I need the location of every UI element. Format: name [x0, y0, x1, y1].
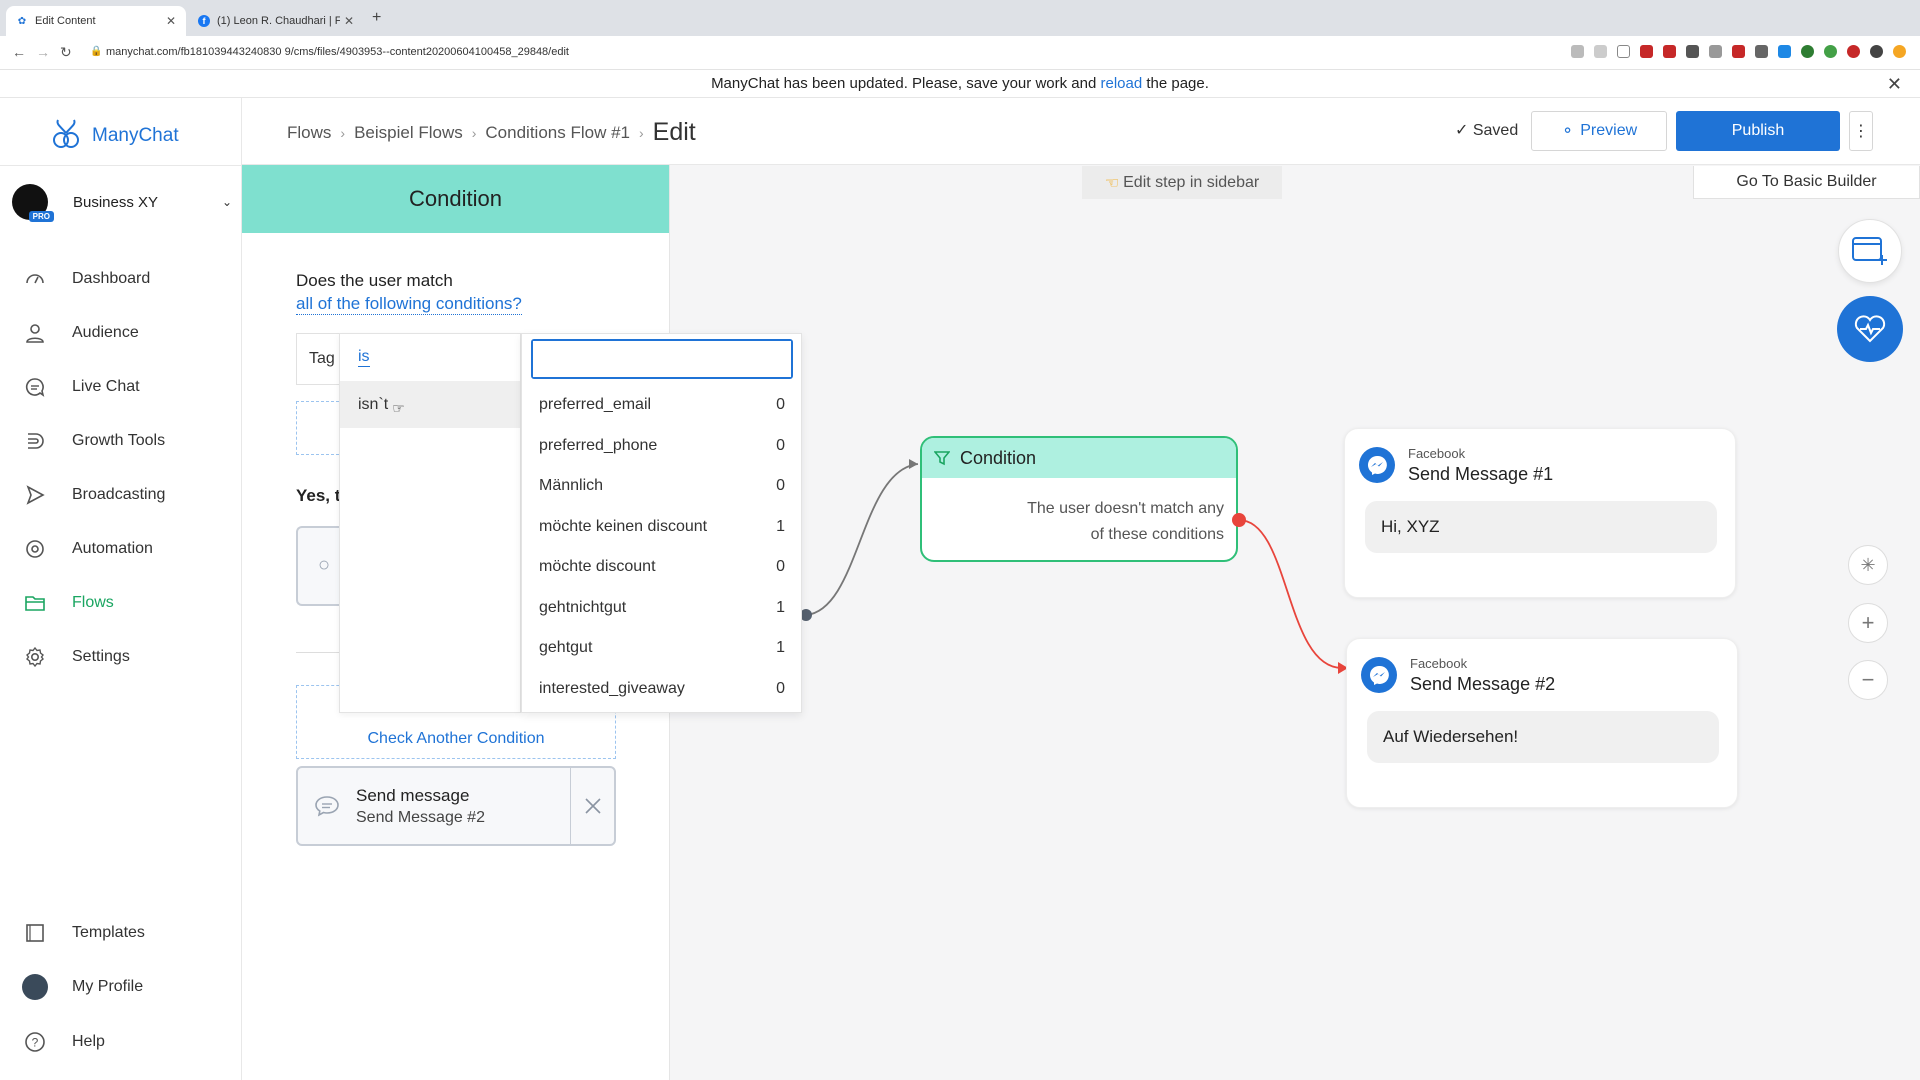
tag-option[interactable]: möchte discount 0 — [522, 547, 803, 588]
tag-count: 1 — [776, 598, 785, 616]
field-label: Tag — [309, 350, 335, 367]
tag-search-input[interactable] — [533, 341, 791, 377]
tag-name: Männlich — [539, 477, 604, 495]
filter-icon — [934, 451, 950, 466]
node-platform: Facebook — [1408, 446, 1466, 461]
tag-name: möchte discount — [539, 558, 656, 576]
tag-option[interactable]: Männlich 0 — [522, 466, 803, 507]
condition-node-title: Condition — [960, 447, 1037, 468]
condition-node[interactable]: Condition The user doesn't match any of … — [920, 436, 1238, 562]
tag-option[interactable]: möchte keinen discount 1 — [522, 507, 803, 548]
tag-option[interactable]: interested_giveaway 0 — [522, 669, 803, 710]
panel-title: Condition — [242, 165, 669, 233]
tag-count: 0 — [776, 436, 785, 454]
send-card-title: Send message — [356, 785, 470, 805]
condition-field-tag[interactable]: Tag — [296, 333, 342, 385]
operator-option-isnt[interactable]: isn`t ☞ — [340, 381, 520, 428]
tag-name: gehtnichtgut — [539, 598, 627, 616]
message-bubble: Auf Wiedersehen! — [1367, 711, 1719, 763]
condition-node-text: of these conditions — [1090, 526, 1224, 543]
yes-branch-card[interactable]: ○ — [296, 526, 342, 606]
no-branch-send-message-card[interactable]: Send message Send Message #2 — [296, 766, 616, 846]
close-icon — [584, 798, 601, 814]
tag-count: 1 — [776, 639, 785, 657]
tag-count: 0 — [776, 679, 785, 697]
tag-dropdown: preferred_email 0 preferred_phone 0 Männli… — [521, 333, 802, 713]
check-another-label: Check Another Condition — [367, 730, 545, 747]
match-mode-link[interactable]: all of the following conditions? — [296, 294, 522, 315]
tag-count: 0 — [776, 558, 785, 576]
operator-label: is — [358, 348, 370, 367]
tag-option[interactable]: gehtgut 1 — [522, 628, 803, 669]
condition-node-header: Condition — [922, 438, 1236, 478]
tag-name: möchte keinen discount — [539, 517, 708, 535]
tag-option[interactable]: preferred_phone 0 — [522, 426, 803, 467]
tag-name: preferred_phone — [539, 436, 658, 454]
condition-question: Does the user match — [296, 271, 453, 290]
messenger-icon — [1361, 657, 1397, 693]
chat-bubble-icon: ○ — [318, 554, 331, 576]
tag-count: 0 — [776, 396, 785, 414]
no-match-output-dot[interactable] — [1232, 513, 1246, 527]
tag-count: 1 — [776, 517, 785, 535]
yes-branch-label: Yes, t — [296, 486, 341, 505]
tag-count: 0 — [776, 477, 785, 495]
send-card-subtitle: Send Message #2 — [356, 808, 485, 826]
node-platform: Facebook — [1410, 656, 1468, 671]
message-bubble: Hi, XYZ — [1365, 501, 1717, 553]
node-title: Send Message #1 — [1408, 464, 1554, 484]
condition-node-text: The user doesn't match any — [1027, 500, 1224, 517]
send-message-node-1[interactable]: Facebook Send Message #1 Hi, XYZ — [1344, 428, 1736, 598]
tag-name: preferred_email — [539, 396, 652, 414]
divider — [296, 652, 342, 653]
tag-name: gehtgut — [539, 639, 593, 657]
condition-node-body: The user doesn't match any of these cond… — [922, 478, 1236, 548]
add-condition-placeholder[interactable] — [296, 401, 344, 455]
tag-option[interactable]: preferred_email 0 — [522, 385, 803, 426]
hand-cursor-icon: ☞ — [392, 400, 405, 416]
tag-option[interactable]: gehtnichtgut 1 — [522, 588, 803, 629]
messenger-icon — [1359, 447, 1395, 483]
operator-option-is[interactable]: is — [340, 334, 520, 381]
operator-dropdown: is isn`t ☞ — [339, 333, 521, 713]
remove-step-button[interactable] — [570, 768, 614, 844]
tag-name: interested_giveaway — [539, 679, 685, 697]
tag-list: preferred_email 0 preferred_phone 0 Männli… — [522, 385, 803, 709]
chat-bubble-icon — [298, 768, 356, 844]
node-title: Send Message #2 — [1410, 674, 1556, 694]
send-message-node-2[interactable]: Facebook Send Message #2 Auf Wiedersehen… — [1346, 638, 1738, 808]
operator-label: isn`t — [358, 395, 389, 413]
tag-search-box[interactable] — [531, 339, 793, 379]
